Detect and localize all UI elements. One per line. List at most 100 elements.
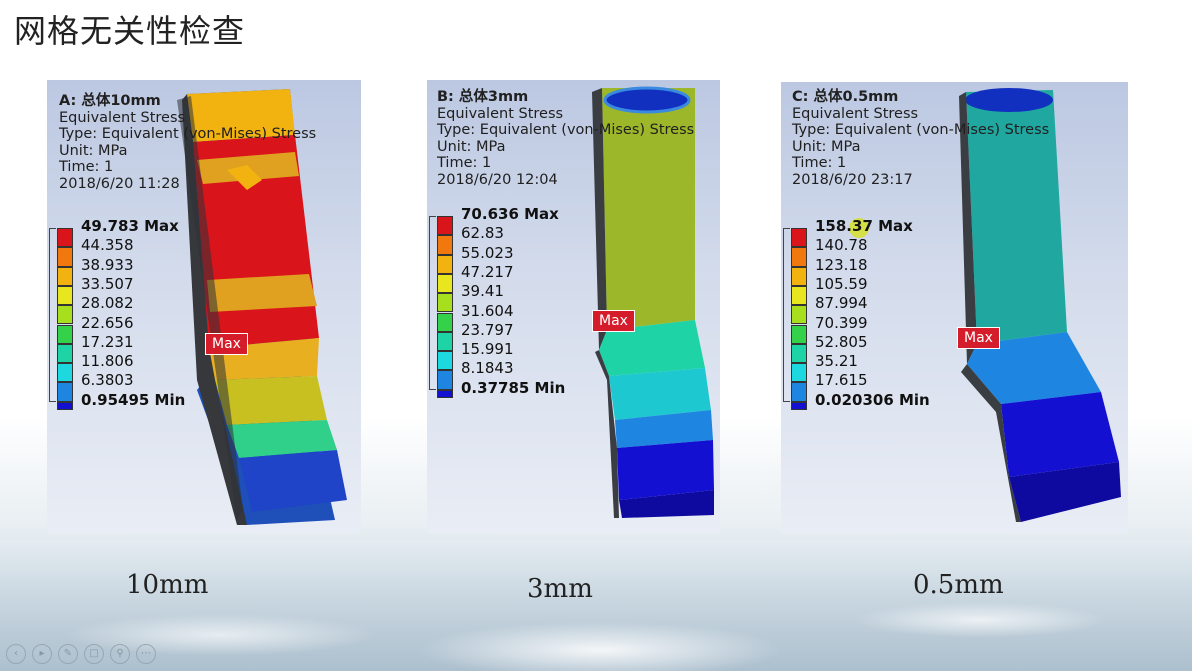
legend-label: 22.656 [81,313,134,332]
legend-swatch [791,401,807,410]
legend-label: 47.217 [461,262,514,281]
legend-label: 140.78 [815,236,868,255]
legend-swatch [791,266,807,286]
panel-header: B: 总体3mm Equivalent Stress Type: Equival… [437,89,694,188]
slideshow-toolbar: ‹ ▸ ✎ □ ⚲ ⋯ [6,644,156,664]
legend-label: 11.806 [81,352,134,371]
panel-header: C: 总体0.5mm Equivalent Stress Type: Equiv… [792,89,1049,188]
date-label: 2018/6/20 11:28 [59,175,180,192]
legend-swatch [437,312,453,332]
result-label: Equivalent Stress [437,105,564,122]
legend-label: 55.023 [461,243,514,262]
panel-name: A: 总体10mm [59,93,161,109]
slide-title: 网格无关性检查 [14,12,246,50]
legend-swatch [791,285,807,306]
color-legend: 70.636 Max 62.83 55.023 47.217 39.41 31.604 23… [427,206,627,406]
type-label: Type: Equivalent (von-Mises) Stress [792,122,1050,138]
legend-label: 52.805 [815,332,868,351]
panel-header: A: 总体10mm Equivalent Stress Type: Equiva… [59,93,316,192]
legend-label: 33.507 [81,274,134,293]
prev-icon[interactable]: ‹ [6,644,26,664]
legend-label: 0.37785 Min [461,378,566,397]
legend-swatch [437,351,453,371]
time-label: Time: 1 [792,155,847,171]
legend-swatch [791,324,807,344]
unit-label: Unit: MPa [59,142,128,159]
legend-swatch [57,266,73,286]
more-icon[interactable]: ⋯ [136,644,156,664]
legend-label: 0.020306 Min [815,390,930,409]
result-panel-c: C: 总体0.5mm Equivalent Stress Type: Equiv… [781,82,1128,533]
legend-swatch [57,343,73,364]
panel-name: B: 总体3mm [437,89,529,105]
result-label: Equivalent Stress [792,105,919,122]
caption-0-5mm: 0.5mm [913,570,1004,600]
caption-10mm: 10mm [126,570,209,600]
legend-swatch [57,382,73,402]
legend-swatch [57,401,73,410]
legend-swatch [791,228,807,248]
unit-label: Unit: MPa [437,138,506,155]
legend-label: 8.1843 [461,359,514,378]
legend-label: 44.358 [81,236,134,255]
legend-label: 17.231 [81,332,134,351]
legend-swatch [57,324,73,344]
legend-label: 35.21 [815,352,858,371]
legend-swatch [57,285,73,306]
legend-bracket [49,228,56,402]
legend-label: 105.59 [815,274,868,293]
max-tag-label: Max [205,333,248,355]
legend-swatch [791,363,807,383]
result-label: Equivalent Stress [59,109,186,126]
legend-label: 38.933 [81,255,134,274]
time-label: Time: 1 [437,155,492,171]
copy-icon[interactable]: □ [84,644,104,664]
time-label: Time: 1 [59,159,114,175]
legend-label: 123.18 [815,255,868,274]
caption-3mm: 3mm [527,574,593,604]
date-label: 2018/6/20 23:17 [792,171,913,188]
legend-label: 23.797 [461,320,514,339]
play-icon[interactable]: ▸ [32,644,52,664]
legend-label: 39.41 [461,282,504,301]
legend-label: 31.604 [461,301,514,320]
type-label: Type: Equivalent (von-Mises) Stress [437,122,695,138]
pen-icon[interactable]: ✎ [58,644,78,664]
legend-swatch [791,343,807,364]
legend-label: 87.994 [815,294,868,313]
legend-label: 6.3803 [81,371,134,390]
max-tag-label: Max [957,327,1000,349]
result-panel-b: B: 总体3mm Equivalent Stress Type: Equival… [427,80,720,533]
legend-swatch [791,305,807,325]
legend-label: 158.37 Max [815,217,913,235]
legend-swatch [437,273,453,294]
unit-label: Unit: MPa [792,138,861,155]
color-legend: 158.37 Max 140.78 123.18 105.59 87.994 70.399… [781,218,981,418]
legend-label: 62.83 [461,224,504,243]
legend-bracket [429,216,436,390]
legend-swatch [791,247,807,267]
result-panel-a: A: 总体10mm Equivalent Stress Type: Equiva… [47,80,361,533]
legend-label: 49.783 Max [81,217,179,235]
color-legend: 49.783 Max 44.358 38.933 33.507 28.082 22.656… [47,218,247,418]
legend-swatch [437,389,453,398]
type-label: Type: Equivalent (von-Mises) Stress [59,126,317,142]
max-tag-label: Max [592,310,635,332]
legend-label: 17.615 [815,371,868,390]
legend-swatch [57,363,73,383]
legend-swatch [437,216,453,236]
legend-swatch [437,331,453,352]
legend-swatch [437,235,453,255]
legend-label: 28.082 [81,294,134,313]
legend-label: 0.95495 Min [81,390,186,409]
legend-label: 70.636 Max [461,205,559,223]
legend-swatch [57,305,73,325]
legend-swatch [57,228,73,248]
legend-bracket [783,228,790,402]
legend-swatch [437,254,453,274]
legend-swatch [791,382,807,402]
legend-label: 70.399 [815,313,868,332]
legend-swatch [437,370,453,390]
panel-name: C: 总体0.5mm [792,89,899,105]
zoom-icon[interactable]: ⚲ [110,644,130,664]
